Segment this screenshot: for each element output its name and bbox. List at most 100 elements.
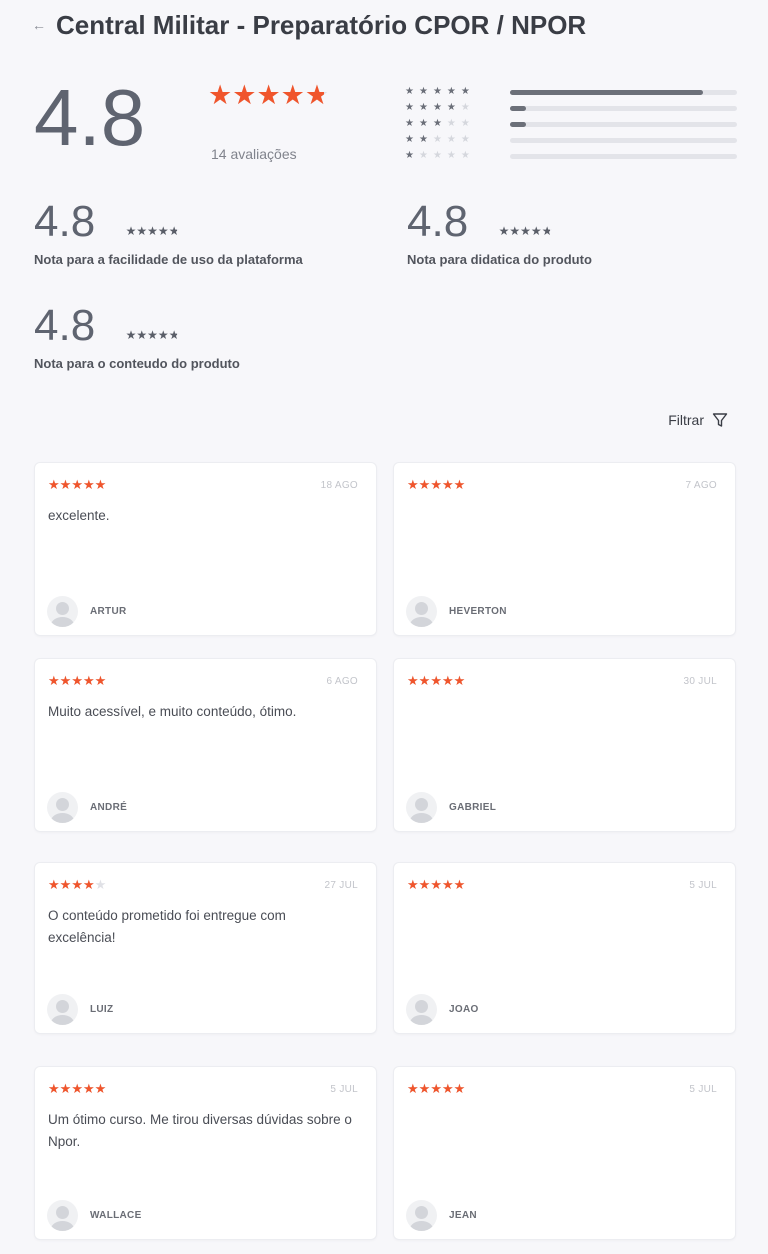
distribution-row-3: ★★★★★ <box>405 116 740 132</box>
star-icon: ★★ <box>59 1081 72 1096</box>
star-icon: ★★ <box>147 328 158 342</box>
star-icon: ★★ <box>48 477 60 492</box>
star-icon: ★★ <box>48 1081 60 1096</box>
review-card: ★ ★ ★ ★ ★ ★ ★ ★ ★ ★ 30 JUL GABRIEL <box>393 658 736 832</box>
star-icon: ★★ <box>136 328 148 342</box>
star-icon: ★★ <box>430 673 442 688</box>
star-icon: ★★ <box>520 224 531 238</box>
star-icon: ★★ <box>157 328 169 342</box>
review-text: excelente. <box>48 508 110 523</box>
review-date: 27 JUL <box>324 880 358 891</box>
review-stars: ★★★★★★★★★★ <box>48 1082 106 1095</box>
author-name: WALLACE <box>90 1210 142 1221</box>
star-icon: ★★ <box>430 477 442 492</box>
star-icon: ★★ <box>168 328 180 342</box>
avatar <box>47 1200 78 1231</box>
star-icon: ★★ <box>407 877 419 892</box>
sub-rating-stars: ★ ★ ★ ★ ★ ★ ★ ★ ★ ★ <box>126 328 180 342</box>
page-header: ← Central Militar - Preparatório CPOR / … <box>32 8 586 42</box>
distribution-row-4: ★★★★★ <box>405 100 740 116</box>
star-icon: ★★ <box>498 224 510 238</box>
distribution-bar <box>510 153 737 159</box>
distribution-row-1: ★★★★★ <box>405 148 740 164</box>
star-icon: ★★ <box>94 1081 107 1096</box>
filter-button[interactable]: Filtrar <box>668 412 728 428</box>
star-icon: ★★ <box>453 1081 466 1096</box>
average-stars: ★ ★ ★ ★ ★ ★ ★ ★ ★ ★ <box>208 82 329 109</box>
star-icon: ★★ <box>71 877 83 892</box>
star-icon: ★★ <box>441 673 454 688</box>
distribution-stars: ★★★★★ <box>405 86 475 97</box>
author-name: GABRIEL <box>449 802 497 813</box>
author-name: ARTUR <box>90 606 127 617</box>
rating-distribution: ★★★★★ ★★★★★ ★★★★★ ★★★★★ ★★★★★ <box>405 84 740 164</box>
star-icon: ★★ <box>82 477 95 492</box>
distribution-row-5: ★★★★★ <box>405 84 740 100</box>
review-stars: ★★★★★★★★★★ <box>407 878 465 891</box>
distribution-bar <box>510 89 737 95</box>
review-stars: ★★★★★★★★★★ <box>48 478 106 491</box>
review-author: GABRIEL <box>406 792 496 823</box>
star-icon: ★★ <box>256 80 281 110</box>
star-icon: ★★ <box>418 877 431 892</box>
star-icon: ★★ <box>441 1081 454 1096</box>
review-author: JOAO <box>406 994 479 1025</box>
star-icon: ★★ <box>441 477 454 492</box>
avatar <box>406 792 437 823</box>
star-icon: ★★ <box>453 673 466 688</box>
star-icon: ★★ <box>407 1081 419 1096</box>
review-stars: ★★★★★★★★★★ <box>407 674 465 687</box>
star-icon: ★★ <box>94 477 107 492</box>
star-icon: ★★ <box>59 477 72 492</box>
star-icon: ★★ <box>48 877 60 892</box>
review-date: 7 AGO <box>685 480 717 491</box>
star-icon: ★★ <box>407 673 419 688</box>
review-stars: ★★★★★★★★★★ <box>407 478 465 491</box>
review-author: HEVERTON <box>406 596 507 627</box>
star-icon: ★★ <box>418 673 431 688</box>
sub-rating-stars: ★ ★ ★ ★ ★ ★ ★ ★ ★ ★ <box>499 224 553 238</box>
filter-label: Filtrar <box>668 412 704 428</box>
star-icon: ★★ <box>94 673 107 688</box>
sub-rating-value: 4.8 <box>34 197 96 246</box>
review-author: ANDRÉ <box>47 792 127 823</box>
star-icon: ★★ <box>441 877 454 892</box>
star-icon: ★★ <box>541 224 553 238</box>
average-rating: 4.8 <box>34 73 146 162</box>
review-date: 5 JUL <box>689 1084 717 1095</box>
sub-rating-usability: 4.8 ★ ★ ★ ★ ★ ★ ★ ★ ★ ★ Nota para a facilidade de… <box>34 197 303 268</box>
distribution-row-2: ★★★★★ <box>405 132 740 148</box>
review-card: ★ ★ ★ ★ ★ ★ ★ ★ ★ ★ 5 JUL JOAO <box>393 862 736 1034</box>
star-icon: ★★ <box>430 877 442 892</box>
review-text: O conteúdo prometido foi entregue com ex… <box>48 908 286 945</box>
star-icon: ★★ <box>71 673 83 688</box>
page-title: Central Militar - Preparatório CPOR / NP… <box>56 9 587 40</box>
star-icon: ★★ <box>509 224 521 238</box>
avatar <box>47 792 78 823</box>
distribution-bar <box>510 137 737 143</box>
star-icon: ★★ <box>136 224 148 238</box>
star-icon: ★★ <box>304 80 330 110</box>
distribution-stars: ★★★★★ <box>405 102 475 113</box>
sub-rating-value: 4.8 <box>407 197 469 246</box>
distribution-bar <box>510 121 737 127</box>
sub-rating-label: Nota para o conteudo do produto <box>34 356 240 371</box>
back-arrow-icon[interactable]: ← <box>32 17 46 33</box>
avatar <box>47 596 78 627</box>
author-name: HEVERTON <box>449 606 507 617</box>
star-icon: ★★ <box>94 877 107 892</box>
review-author: JEAN <box>406 1200 477 1231</box>
star-icon: ★★ <box>82 1081 95 1096</box>
author-name: JOAO <box>449 1004 479 1015</box>
star-icon: ★★ <box>453 477 466 492</box>
sub-rating-label: Nota para didatica do produto <box>407 252 592 267</box>
sub-rating-label: Nota para a facilidade de uso da platafo… <box>34 252 303 267</box>
author-name: LUIZ <box>90 1004 114 1015</box>
star-icon: ★★ <box>125 328 137 342</box>
star-icon: ★★ <box>418 477 431 492</box>
sub-rating-didactics: 4.8 ★ ★ ★ ★ ★ ★ ★ ★ ★ ★ Nota para didatica do pro… <box>407 197 592 268</box>
review-stars: ★★★★★★★★★★ <box>407 1082 465 1095</box>
author-name: ANDRÉ <box>90 802 128 813</box>
review-date: 5 JUL <box>689 880 717 891</box>
review-text: Um ótimo curso. Me tirou diversas dúvida… <box>48 1112 352 1149</box>
